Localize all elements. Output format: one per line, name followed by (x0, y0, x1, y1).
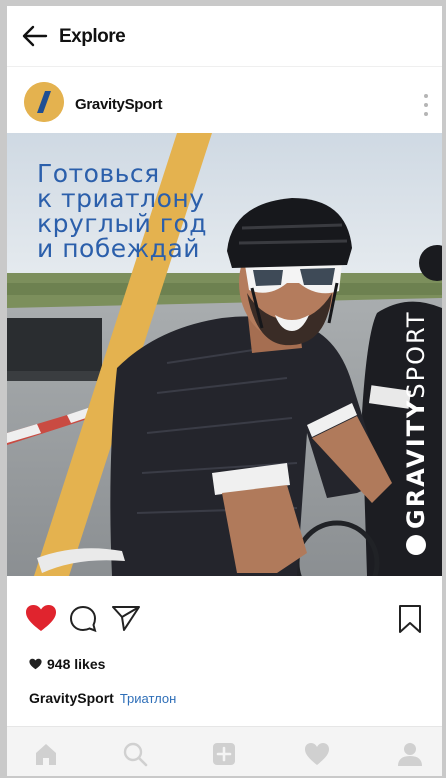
bookmark-icon[interactable] (397, 604, 423, 634)
activity-heart-icon[interactable] (304, 741, 330, 767)
more-vertical-icon[interactable] (422, 92, 430, 118)
heart-small-icon (29, 658, 42, 670)
post-header: GravitySport (7, 78, 442, 134)
headline-line: Готовься (37, 159, 160, 188)
page-title: Explore (59, 26, 126, 47)
caption: GravitySport Триатлон (29, 690, 176, 706)
gravity-logo-icon (24, 82, 64, 122)
profile-icon[interactable] (397, 741, 423, 767)
image-headline: Готовься к триатлону круглый год и побеж… (37, 161, 207, 261)
brand-light-text: SPORT (402, 310, 430, 399)
home-icon[interactable] (33, 741, 59, 767)
headline-line: и побеждай (37, 234, 201, 263)
caption-username[interactable]: GravitySport (29, 690, 114, 706)
likes-text: 948 likes (47, 656, 106, 672)
add-post-icon[interactable] (211, 741, 237, 767)
post-actions (7, 600, 442, 640)
arrow-left-icon[interactable] (22, 25, 48, 47)
post-image[interactable]: Готовься к триатлону круглый год и побеж… (7, 133, 442, 576)
brand-bold-text: GRAVITY (402, 398, 430, 529)
brand-watermark: GRAVITYSPORT (402, 310, 430, 555)
search-icon[interactable] (122, 741, 148, 767)
post-username[interactable]: GravitySport (75, 96, 163, 113)
headline-line: круглый год (37, 209, 208, 238)
likes-count[interactable]: 948 likes (29, 656, 105, 672)
headline-line: к триатлону (37, 184, 205, 213)
caption-tag-link[interactable]: Триатлон (120, 691, 176, 706)
bottom-nav (7, 726, 442, 776)
send-icon[interactable] (111, 604, 141, 632)
heart-filled-icon[interactable] (25, 604, 57, 632)
comment-icon[interactable] (69, 605, 97, 633)
app-frame: Explore GravitySport Готовься к триатлон… (7, 6, 442, 776)
top-bar: Explore (7, 6, 442, 67)
avatar[interactable] (24, 82, 64, 122)
